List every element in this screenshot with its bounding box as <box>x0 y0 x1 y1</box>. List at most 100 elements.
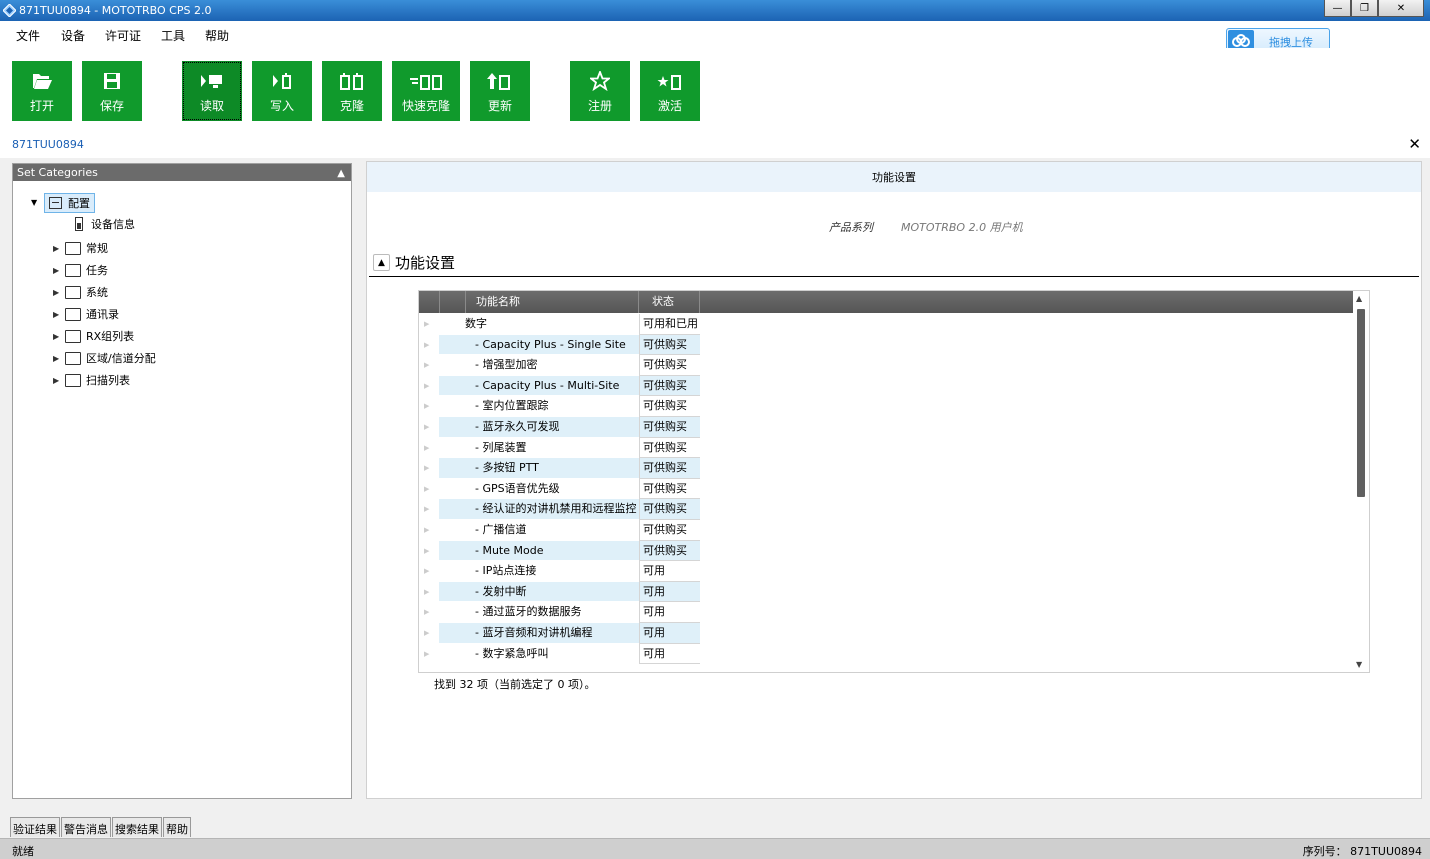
scroll-up-icon[interactable]: ▲ <box>1356 294 1362 303</box>
table-row[interactable]: ▶ - 通过蓝牙的数据服务 可用 <box>419 602 701 623</box>
quick-clone-button[interactable]: 快速克隆 <box>392 61 460 121</box>
tree-node-scan-list[interactable]: ▶ 扫描列表 <box>53 370 130 390</box>
table-row[interactable]: ▶ - Capacity Plus - Multi-Site 可供购买 <box>419 375 701 397</box>
status-cell: 可供购买 <box>639 499 700 520</box>
register-button[interactable]: 注册 <box>570 61 630 121</box>
row-selector-icon[interactable]: ▶ <box>419 458 439 479</box>
table-row[interactable]: ▶ - IP站点连接 可用 <box>419 561 701 582</box>
feature-name-cell: - 多按钮 PTT <box>439 458 639 479</box>
menu-tools[interactable]: 工具 <box>161 27 185 44</box>
table-row[interactable]: ▶ - 蓝牙音频和对讲机编程 可用 <box>419 623 701 644</box>
quick-clone-label: 快速克隆 <box>401 99 450 113</box>
restore-button[interactable]: ❐ <box>1351 0 1378 17</box>
status-cell: 可用 <box>639 602 700 623</box>
floppy-icon <box>82 70 142 92</box>
row-selector-icon[interactable]: ▶ <box>419 643 439 665</box>
tree-node-config[interactable]: 配置 <box>44 193 95 213</box>
tree-node-general[interactable]: ▶ 常规 <box>53 238 108 258</box>
tree-node-zone-channel[interactable]: ▶ 区域/信道分配 <box>53 348 156 368</box>
row-selector-icon[interactable]: ▶ <box>419 334 439 356</box>
read-button[interactable]: 读取 <box>182 61 242 121</box>
table-row[interactable]: ▶ - 广播信道 可供购买 <box>419 520 701 541</box>
row-selector-icon[interactable]: ▶ <box>419 602 439 623</box>
save-button[interactable]: 保存 <box>82 61 142 121</box>
table-row[interactable]: ▶ - 蓝牙永久可发现 可供购买 <box>419 417 701 438</box>
table-row[interactable]: ▶ - 数字紧急呼叫 可用 <box>419 643 701 665</box>
table-row[interactable]: ▶ - 室内位置跟踪 可供购买 <box>419 396 701 417</box>
menu-file[interactable]: 文件 <box>16 27 40 44</box>
minimize-button[interactable]: — <box>1324 0 1351 17</box>
section-header: ▲ 功能设置 <box>369 247 1419 277</box>
activate-label: 激活 <box>657 99 682 113</box>
tree-node-contacts[interactable]: ▶ 通讯录 <box>53 304 119 324</box>
tab-help[interactable]: 帮助 <box>163 817 191 837</box>
close-document-icon[interactable]: ✕ <box>1408 135 1421 153</box>
clone-icon <box>322 70 382 92</box>
row-selector-icon[interactable]: ▶ <box>419 355 439 376</box>
table-row[interactable]: ▶ - 增强型加密 可供购买 <box>419 355 701 376</box>
table-row[interactable]: ▶ - 列尾装置 可供购买 <box>419 437 701 459</box>
table-row[interactable]: ▶ - Capacity Plus - Single Site 可供购买 <box>419 334 701 356</box>
tree-node-label: 配置 <box>68 197 90 210</box>
document-tab-bar: 871TUU0894 ✕ <box>0 132 1430 158</box>
document-tab[interactable]: 871TUU0894 <box>12 138 84 151</box>
table-row[interactable]: ▶ - Mute Mode 可供购买 <box>419 540 701 562</box>
tree-node-label: 系统 <box>86 286 108 299</box>
scroll-thumb[interactable] <box>1357 309 1365 497</box>
table-row[interactable]: ▶ - GPS语音优先级 可供购买 <box>419 478 701 500</box>
table-row[interactable]: ▶ - 经认证的对讲机禁用和远程监控 可供购买 <box>419 499 701 520</box>
menu-device[interactable]: 设备 <box>61 27 85 44</box>
row-selector-icon[interactable]: ▶ <box>419 540 439 562</box>
tree-node-system[interactable]: ▶ 系统 <box>53 282 108 302</box>
row-selector-icon[interactable]: ▶ <box>419 499 439 520</box>
row-selector-icon[interactable]: ▶ <box>419 623 439 644</box>
feature-name-cell: - GPS语音优先级 <box>439 479 639 500</box>
folder-icon <box>65 285 81 299</box>
row-selector-icon[interactable]: ▶ <box>419 478 439 500</box>
collapse-chevron-icon[interactable]: ▲ <box>373 254 390 271</box>
tab-validation-results[interactable]: 验证结果 <box>10 817 60 837</box>
table-row[interactable]: ▶ 数字 可用和已用 <box>419 314 701 335</box>
row-selector-icon[interactable]: ▶ <box>419 314 439 335</box>
expand-arrow-icon[interactable]: ▶ <box>53 310 65 319</box>
expand-arrow-icon[interactable]: ▶ <box>53 354 65 363</box>
expand-arrow-icon[interactable]: ▶ <box>53 266 65 275</box>
scroll-down-icon[interactable]: ▼ <box>1356 660 1362 669</box>
column-header-name[interactable]: 功能名称 <box>465 291 639 313</box>
write-button[interactable]: 写入 <box>252 61 312 121</box>
table-row[interactable]: ▶ - 多按钮 PTT 可供购买 <box>419 458 701 479</box>
clone-button[interactable]: 克隆 <box>322 61 382 121</box>
tree-node-rx-group[interactable]: ▶ RX组列表 <box>53 326 134 346</box>
row-selector-icon[interactable]: ▶ <box>419 417 439 438</box>
expand-arrow-icon[interactable]: ▶ <box>53 288 65 297</box>
table-row[interactable]: ▶ - 发射中断 可用 <box>419 581 701 603</box>
row-selector-icon[interactable]: ▶ <box>419 561 439 582</box>
folder-icon <box>65 373 81 387</box>
tree-node-label: 通讯录 <box>86 308 119 321</box>
activate-button[interactable]: 激活 <box>640 61 700 121</box>
vertical-scrollbar[interactable]: ▲ ▼ <box>1353 291 1369 672</box>
row-selector-icon[interactable]: ▶ <box>419 375 439 397</box>
expand-arrow-icon[interactable]: ▶ <box>53 244 65 253</box>
tab-search-results[interactable]: 搜索结果 <box>112 817 162 837</box>
expand-arrow-icon[interactable]: ▶ <box>53 332 65 341</box>
pin-icon[interactable]: ▲ <box>337 165 345 182</box>
close-window-button[interactable]: ✕ <box>1378 0 1424 17</box>
expand-arrow-icon[interactable]: ▶ <box>53 376 65 385</box>
update-button[interactable]: 更新 <box>470 61 530 121</box>
tree-node-device-info[interactable]: 设备信息 <box>75 214 135 234</box>
tree-node-label: 区域/信道分配 <box>86 352 156 365</box>
tab-warnings[interactable]: 警告消息 <box>61 817 111 837</box>
open-button[interactable]: 打开 <box>12 61 72 121</box>
tree-node-tasks[interactable]: ▶ 任务 <box>53 260 108 280</box>
menu-help[interactable]: 帮助 <box>205 27 229 44</box>
status-cell: 可用 <box>639 623 700 644</box>
row-selector-icon[interactable]: ▶ <box>419 581 439 603</box>
row-selector-icon[interactable]: ▶ <box>419 396 439 417</box>
row-selector-icon[interactable]: ▶ <box>419 520 439 541</box>
column-header-status[interactable]: 状态 <box>640 291 700 313</box>
status-cell: 可供购买 <box>639 334 700 356</box>
collapse-arrow-icon[interactable]: ▼ <box>31 198 37 207</box>
menu-license[interactable]: 许可证 <box>105 27 141 44</box>
row-selector-icon[interactable]: ▶ <box>419 437 439 459</box>
